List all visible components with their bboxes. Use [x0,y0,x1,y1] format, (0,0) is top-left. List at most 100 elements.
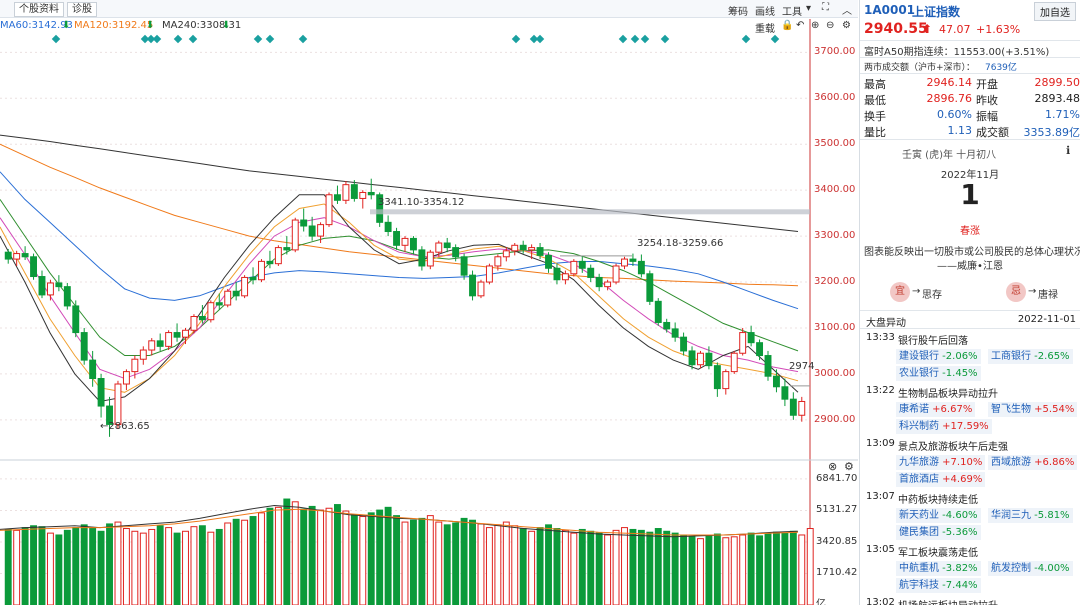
event-time: 13:33 [866,332,895,343]
arrow-down-icon: ⬇ [222,20,231,31]
lock-icon[interactable]: 🔒 [781,20,793,31]
stock-profile-button[interactable]: 个股资料 [14,2,64,17]
stat-label: 最低 [864,94,886,107]
last-price-tag: 2974 [789,361,815,372]
stock-name: 农业银行 [899,368,939,379]
index-price: 2940.55 [864,21,928,37]
volume-bar [308,505,316,605]
candle-body [671,328,679,338]
volume-bar [63,529,71,605]
chevron-up-icon[interactable]: ︿ [842,2,852,17]
volume-bar [173,532,181,605]
event-stock-chip[interactable]: 首旅酒店 +4.69% [896,472,986,487]
good-text: 思存 [922,290,942,301]
tools-link[interactable]: 工具 [782,3,802,18]
event-stock-chip[interactable]: 智飞生物 +5.54% [988,402,1078,417]
bad-badge: 忌 [1006,282,1026,302]
event-stock-chip[interactable]: 健民集团 -5.36% [896,525,981,540]
event-stock-chip[interactable]: 航宇科技 -7.44% [896,578,981,593]
stock-name: 建设银行 [899,351,939,362]
tools-dropdown-icon[interactable]: ▾ [806,3,811,14]
candle-body [561,273,569,281]
volume-tick-label: 1710.42 [816,567,858,579]
kline-chart[interactable] [0,0,858,605]
candle-body [359,191,367,199]
event-title[interactable]: 银行股午后回落 [898,332,968,347]
event-stock-chip[interactable]: 建设银行 -2.06% [896,349,981,364]
add-watchlist-button[interactable]: 加自选 [1034,2,1076,21]
candle-body [89,359,97,380]
volume-tick-label: 3420.85 [816,535,858,547]
zoom-in-icon[interactable]: ⊕ [811,20,819,31]
candle-body [21,253,29,258]
volume-bar [376,509,384,605]
zoom-out-icon[interactable]: ⊖ [826,20,834,31]
draw-line-link[interactable]: 画线 [755,3,775,18]
event-stock-chip[interactable]: 工商银行 -2.65% [988,349,1073,364]
candle-body [38,276,46,296]
volume-bar [663,530,671,605]
volume-bar [249,516,257,605]
event-stock-chip[interactable]: 西域旅游 +6.86% [988,455,1078,470]
diagnose-button[interactable]: 诊股 [67,2,97,17]
signal-marker [770,34,780,44]
candle-body [713,365,721,390]
candle-body [46,282,54,296]
volume-bar [528,530,536,605]
candle-body [317,224,325,237]
candle-body [393,231,401,246]
event-stock-chip[interactable]: 九华旅游 +7.10% [896,455,986,470]
event-stock-chip[interactable]: 新天药业 -4.60% [896,508,981,523]
volume-bar [680,534,688,605]
close-icon[interactable]: ⊗ [828,460,837,473]
volume-bar [97,530,105,605]
stat-value: 1.71% [1045,108,1080,121]
stock-name: 航宇科技 [899,580,939,591]
candle-body [595,276,603,288]
event-stock-chip[interactable]: 航发控制 -4.00% [988,561,1073,576]
candle-body [435,242,443,253]
candle-body [477,281,485,297]
candle-body [274,247,282,265]
settings-icon[interactable]: ⚙ [842,20,851,31]
event-title[interactable]: 景点及旅游板块午后走强 [898,438,1008,453]
volume-bar [426,515,434,605]
event-title[interactable]: 机场航运板块异动拉升 [898,597,998,605]
volume-bar [485,527,493,605]
settings-icon[interactable]: ⚙ [844,460,854,473]
event-stock-chip[interactable]: 农业银行 -1.45% [896,366,981,381]
event-time: 13:07 [866,491,895,502]
signal-marker [253,34,263,44]
quote-panel: 1A0001 上证指数 加自选 2940.55 ⬆ 47.07 +1.63% 富… [859,0,1080,605]
stock-pct: +6.86% [1031,457,1075,468]
event-title[interactable]: 军工板块震荡走低 [898,544,978,559]
ma-legend: MA60:3142.93 ⬇ MA120:3192.45 ⬇ MA240:330… [0,19,858,35]
fullscreen-icon[interactable]: ⛶ [822,2,829,13]
chips-link[interactable]: 筹码 [728,3,748,18]
reload-link[interactable]: 重载 [755,20,775,35]
candle-body [156,340,164,347]
event-title[interactable]: 中药板块持续走低 [898,491,978,506]
candle-body [190,315,198,331]
event-stock-chip[interactable]: 华润三九 -5.81% [988,508,1073,523]
volume-bar [578,528,586,605]
candle-body [325,194,333,226]
arrow-down-icon: ⬇ [146,20,155,31]
candle-body [452,247,460,258]
stock-pct: -5.36% [939,527,978,538]
event-stock-chip[interactable]: 康希诺 +6.67% [896,402,976,417]
volume-bar [713,533,721,605]
candle-body [122,371,130,385]
volume-bar [671,532,679,605]
candle-body [629,258,637,262]
undo-icon[interactable]: ↶ [796,20,804,31]
stock-name: 华润三九 [991,510,1031,521]
info-icon[interactable]: ℹ [1066,144,1070,157]
candle-body [418,249,426,267]
candle-body [654,300,662,323]
volume-bar [148,528,156,605]
event-stock-chip[interactable]: 科兴制药 +17.59% [896,419,992,434]
event-title[interactable]: 生物制品板块异动拉升 [898,385,998,400]
event-stock-chip[interactable]: 中航重机 -3.82% [896,561,981,576]
price-tick-label: 3300.00 [814,230,856,242]
